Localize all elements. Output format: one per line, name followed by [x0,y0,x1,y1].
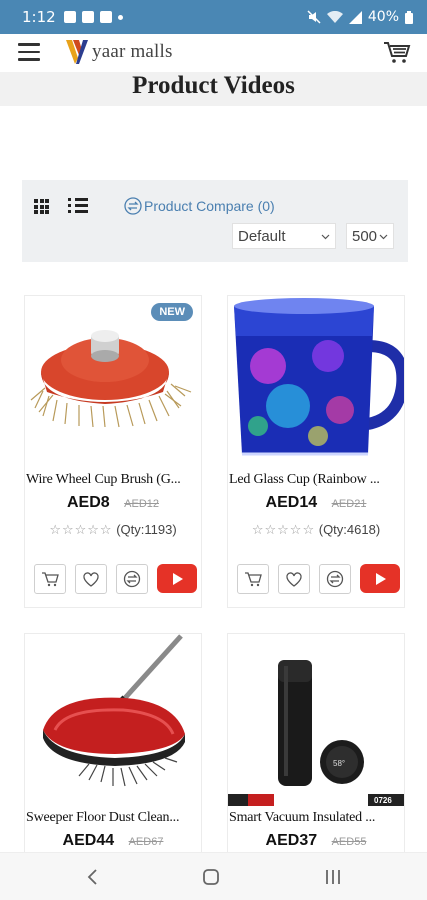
hamburger-menu-icon[interactable] [18,43,40,61]
price-block: AED14 AED21 [228,494,404,512]
product-name[interactable]: Led Glass Cup (Rainbow ... [228,472,404,488]
gallery-notification-icon [63,11,76,23]
more-notifications-dot-icon [117,14,123,20]
product-old-price: AED67 [128,836,164,848]
signal-icon [348,10,362,24]
list-view-icon[interactable] [68,198,90,214]
system-navigation-bar [0,852,427,900]
product-name[interactable]: Sweeper Floor Dust Clean... [25,810,201,826]
product-image[interactable] [25,634,201,806]
product-image[interactable]: 58° 0726 [228,634,404,806]
compare-label: Product Compare (0) [144,198,275,214]
back-chevron-icon[interactable] [84,868,102,886]
floor-sweeper-image [43,634,185,787]
youtube-play-icon [173,572,183,585]
product-price: AED14 [265,494,318,511]
compare-icon [124,197,142,215]
logo-text: yaar malls [92,41,173,62]
yaar-malls-logo[interactable]: yaar malls [64,38,173,66]
compare-button[interactable] [116,564,148,594]
wifi-icon [326,10,343,23]
product-qty: (Qty:1193) [116,522,177,537]
notification-icons [63,11,123,23]
product-actions [34,564,197,594]
product-image[interactable] [228,296,404,464]
star-rating-icon: ☆☆☆☆☆ [251,523,316,538]
play-video-button[interactable] [157,564,197,593]
svg-text:58°: 58° [333,759,345,768]
limit-value: 500 [352,227,378,245]
mute-icon [307,10,321,24]
grid-view-icon[interactable] [34,199,49,214]
battery-percent: 40% [367,9,399,25]
wire-brush-image [30,330,192,428]
compare-icon [123,570,141,588]
rating-row: ☆☆☆☆☆ (Qty:4618) [228,522,404,538]
page-title-band: Product Videos [0,72,427,106]
compare-icon [326,570,344,588]
compare-button[interactable] [319,564,351,594]
add-to-cart-button[interactable] [237,564,269,594]
status-time: 1:12 [22,8,56,26]
product-qty: (Qty:4618) [318,522,381,537]
product-card[interactable]: Led Glass Cup (Rainbow ... AED14 AED21 ☆… [227,295,405,608]
led-glass-cup-image [234,298,404,456]
price-block: AED37 AED55 [228,832,404,850]
product-price: AED44 [62,832,115,849]
add-cart-icon [42,572,59,587]
product-compare-link[interactable]: Product Compare (0) [124,197,275,215]
shopping-bag-notification-icon [81,11,94,23]
add-to-cart-button[interactable] [34,564,66,594]
product-price: AED37 [265,832,318,849]
sort-select[interactable]: Default [232,223,336,249]
app-notification-icon [99,11,112,23]
vacuum-flask-image: 58° 0726 [228,660,404,806]
home-icon[interactable] [202,868,220,886]
product-old-price: AED21 [331,498,367,510]
product-card[interactable]: Sweeper Floor Dust Clean... AED44 AED67 [24,633,202,863]
product-old-price: AED55 [331,836,367,848]
star-rating-icon: ☆☆☆☆☆ [49,523,113,538]
product-price: AED8 [67,494,110,511]
app-header: yaar malls [0,34,427,72]
listing-toolbar: Product Compare (0) Default 500 [22,180,408,262]
price-block: AED8 AED12 [25,494,201,512]
recent-apps-icon[interactable] [323,868,343,886]
logo-mark-icon [66,40,88,64]
add-cart-icon [245,572,262,587]
youtube-play-icon [376,572,386,585]
product-card[interactable]: 58° 0726 Smart Vacuum Insulated ... AED3… [227,633,405,863]
limit-select[interactable]: 500 [346,223,394,249]
cart-icon[interactable] [383,40,411,64]
page-title: Product Videos [132,72,295,99]
product-card[interactable]: NEW Wire Wheel Cup Brush (G... AED8 AED1… [24,295,202,608]
wishlist-button[interactable] [75,564,107,594]
product-name[interactable]: Wire Wheel Cup Brush (G... [25,472,201,488]
product-actions [237,564,400,594]
product-name[interactable]: Smart Vacuum Insulated ... [228,810,404,826]
product-image[interactable] [25,296,201,464]
battery-icon [405,10,413,24]
product-old-price: AED12 [124,498,159,510]
rating-row: ☆☆☆☆☆ (Qty:1193) [25,522,201,538]
wishlist-button[interactable] [278,564,310,594]
play-video-button[interactable] [360,564,400,593]
price-block: AED44 AED67 [25,832,201,850]
image-tag-text: 0726 [374,796,392,805]
new-badge: NEW [151,303,193,321]
chevron-down-icon [321,234,330,240]
status-bar: 1:12 40% [0,0,427,34]
sort-value: Default [238,227,286,245]
heart-icon [83,571,99,587]
chevron-down-icon [379,234,388,240]
heart-icon [286,571,302,587]
